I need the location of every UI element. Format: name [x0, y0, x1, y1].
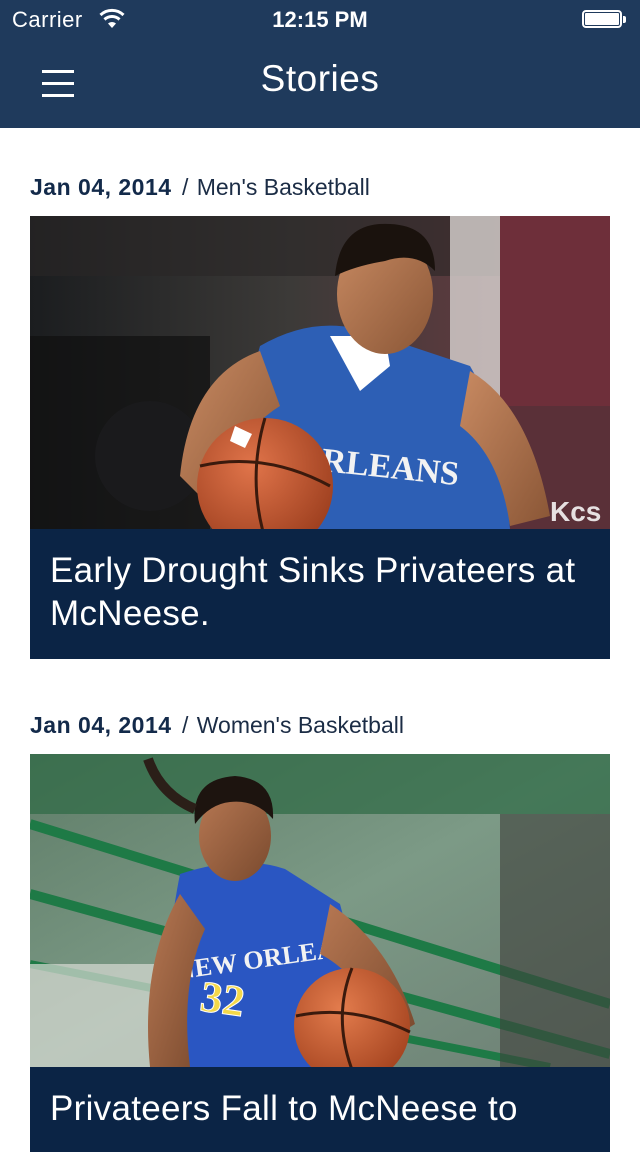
meta-separator: / — [181, 174, 189, 200]
story-meta: Jan 04, 2014 / Women's Basketball — [30, 710, 610, 754]
jersey-number: 32 — [197, 972, 247, 1027]
status-time: 12:15 PM — [272, 7, 368, 32]
story-meta: Jan 04, 2014 / Men's Basketball — [30, 172, 610, 216]
story-card[interactable]: Jan 04, 2014 / Women's Basketball NEW OR… — [30, 710, 610, 1152]
story-date: Jan 04, 2014 — [30, 174, 172, 200]
svg-text:Kcs: Kcs — [550, 496, 601, 527]
battery-icon — [582, 10, 628, 30]
story-category: Men's Basketball — [196, 174, 370, 200]
story-card[interactable]: Jan 04, 2014 / Men's Basketball ORLEANS … — [30, 172, 610, 659]
story-category: Women's Basketball — [196, 712, 404, 738]
top-bar: Carrier 12:15 PM Stories — [0, 0, 640, 128]
status-bar: Carrier 12:15 PM — [0, 0, 640, 40]
meta-separator: / — [181, 712, 189, 738]
story-date: Jan 04, 2014 — [30, 712, 172, 738]
navigation-bar: Stories — [0, 40, 640, 128]
men-basketball-player-photo[interactable]: ORLEANS Kcs — [30, 216, 610, 529]
stories-list: Jan 04, 2014 / Men's Basketball ORLEANS … — [30, 128, 610, 1152]
story-headline[interactable]: Privateers Fall to McNeese to — [30, 1067, 610, 1152]
women-basketball-player-photo[interactable]: NEW ORLEANS 32 — [30, 754, 610, 1067]
story-headline[interactable]: Early Drought Sinks Privateers at McNees… — [30, 529, 610, 659]
page-title: Stories — [260, 58, 380, 99]
